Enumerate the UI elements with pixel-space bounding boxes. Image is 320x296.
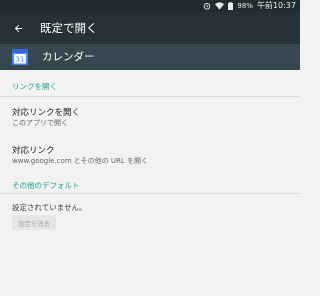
supported-links-title: 対応リンク — [12, 146, 55, 156]
clock: 午前10:37 — [256, 1, 296, 10]
status-indicators: 98% 午前10:37 — [203, 0, 296, 12]
supported-links-summary: www.google.com とその他の URL を開く — [12, 157, 148, 165]
battery-icon — [228, 2, 234, 10]
no-defaults-text: 設定されていません。 — [12, 203, 87, 212]
settings-content: リンクを開く 対応リンクを開く このアプリで開く 対応リンク www.googl… — [0, 70, 300, 296]
divider — [0, 193, 300, 194]
open-supported-links-item[interactable]: 対応リンクを開く このアプリで開く — [0, 103, 300, 133]
supported-links-item[interactable]: 対応リンク www.google.com とその他の URL を開く — [0, 141, 300, 171]
status-bar: 98% 午前10:37 — [0, 0, 300, 12]
wifi-icon — [215, 2, 225, 10]
section-header-other-defaults: その他のデフォルト — [12, 181, 80, 190]
back-button[interactable] — [6, 16, 30, 40]
app-name: カレンダー — [42, 51, 95, 63]
calendar-icon: 31 — [12, 49, 28, 65]
app-header: 31 カレンダー — [0, 44, 300, 70]
section-header-open-links: リンクを開く — [12, 82, 57, 91]
divider — [0, 96, 300, 97]
calendar-icon-day: 31 — [16, 56, 25, 64]
battery-level: 98% — [237, 2, 253, 10]
alarm-icon — [203, 2, 211, 10]
arrow-back-icon — [13, 19, 24, 38]
open-supported-links-summary: このアプリで開く — [12, 119, 68, 127]
clear-defaults-button[interactable]: 設定を消去 — [12, 215, 56, 230]
open-supported-links-title: 対応リンクを開く — [12, 108, 81, 118]
page-title: 既定で開く — [40, 21, 98, 35]
toolbar: 既定で開く — [0, 12, 300, 44]
